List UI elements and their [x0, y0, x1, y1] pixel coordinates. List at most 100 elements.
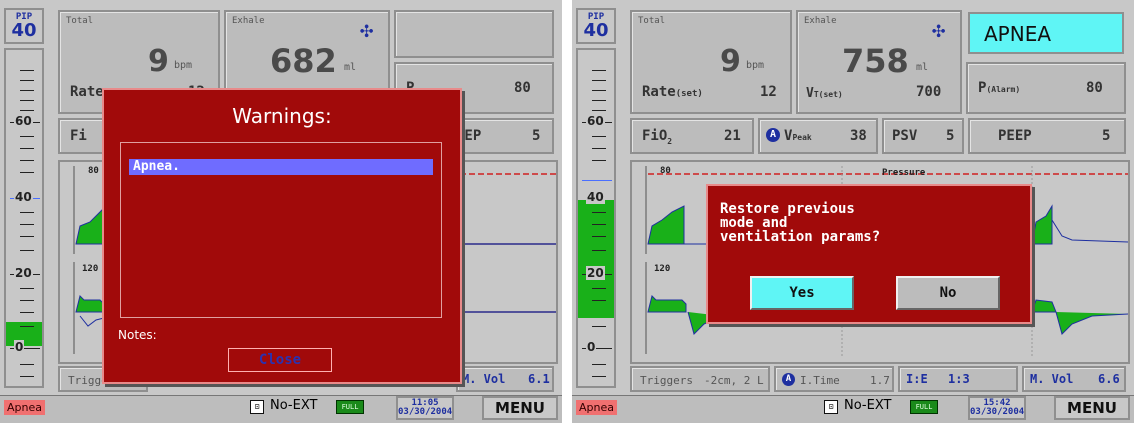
clock: 11:05 03/30/2004: [396, 396, 454, 420]
fio2-label: FiO2: [642, 128, 673, 146]
apnea-alarm-tag[interactable]: Apnea: [4, 400, 45, 415]
restore-question: Restore previous mode and ventilation pa…: [720, 201, 881, 245]
fio2-value: 21: [724, 128, 741, 144]
apnea-alarm-tag[interactable]: Apnea: [576, 400, 617, 415]
restore-dialog: Restore previous mode and ventilation pa…: [706, 184, 1032, 324]
ie-value: 1:3: [948, 372, 970, 386]
pressure-alarm-box[interactable]: P(Alarm) 80: [966, 62, 1126, 114]
gauge-label-0: 0: [586, 340, 597, 354]
warnings-list: Apnea.: [120, 142, 442, 318]
lock-icon: A: [766, 128, 780, 142]
no-ext-label: No-EXT: [270, 398, 318, 413]
wave-bottom-scale: 120: [82, 264, 99, 274]
plug-icon: ⊡: [824, 400, 838, 414]
gauge-label-20: 20: [586, 266, 605, 280]
warning-item-apnea[interactable]: Apnea.: [129, 159, 433, 175]
mvol-label: M. Vol: [1030, 372, 1074, 386]
ie-ratio-box: I:E 1:3: [898, 366, 1018, 392]
pip-value: 40: [583, 20, 609, 41]
fio2-box[interactable]: FiO2 21: [630, 118, 754, 154]
rate-value: 9: [720, 44, 741, 79]
vpeak-label: VPeak: [784, 128, 812, 144]
yes-button[interactable]: Yes: [750, 276, 854, 310]
gauge-label-40: 40: [14, 190, 33, 204]
menu-button[interactable]: MENU: [482, 396, 558, 420]
vpeak-value: 38: [850, 128, 867, 144]
peep-value: 5: [1102, 128, 1111, 144]
pip-indicator: PIP 40: [4, 8, 44, 44]
exhale-label: Exhale: [804, 16, 837, 26]
mvol-value: 6.1: [528, 372, 550, 386]
battery-icon: FULL: [336, 400, 364, 414]
exhale-label: Exhale: [232, 16, 265, 26]
itime-label: I.Time: [800, 374, 840, 387]
psv-box[interactable]: PSV 5: [882, 118, 964, 154]
triggers-label: Triggers: [640, 374, 693, 387]
triggers-value: -2cm, 2 L: [704, 374, 764, 387]
rate-value: 9: [148, 44, 169, 79]
peep-label: PEEP: [998, 128, 1032, 144]
wave-top-scale: 80: [88, 166, 99, 176]
ventilator-screen-restore: PIP 40 60 40 20 0 Total 9 bpm Rate(set): [572, 0, 1134, 423]
peep-box[interactable]: PEEP 5: [968, 118, 1126, 154]
ie-label: I:E: [906, 372, 928, 386]
pressure-gauge: 60 40 20 0: [576, 48, 616, 388]
exhale-volume-box: Exhale ✣ 758 ml VT(set) 700: [796, 10, 962, 114]
tidal-volume-unit: ml: [916, 62, 929, 73]
tidal-volume-value: 682: [270, 42, 337, 80]
rate-unit: bpm: [746, 60, 765, 71]
no-ext-label: No-EXT: [844, 398, 892, 413]
itime-value: 1.7: [870, 374, 890, 387]
fan-icon: ✣: [932, 18, 946, 43]
warnings-notes-label: Notes:: [118, 328, 157, 342]
pip-indicator: PIP 40: [576, 8, 616, 44]
menu-button[interactable]: MENU: [1054, 396, 1130, 420]
itime-box[interactable]: A I.Time 1.7: [774, 366, 894, 392]
plug-icon: ⊡: [250, 400, 264, 414]
minute-volume-box: M. Vol 6.1: [456, 366, 554, 392]
minute-volume-box: M. Vol 6.6: [1022, 366, 1126, 392]
clock-date: 03/30/2004: [970, 407, 1025, 417]
gauge-label-60: 60: [14, 114, 33, 128]
pip-value: 40: [11, 20, 37, 41]
peep-value: 5: [532, 128, 541, 144]
gauge-label-0: 0: [14, 340, 25, 354]
apnea-banner: APNEA: [968, 12, 1124, 54]
rate-set-value: 12: [760, 84, 777, 100]
warnings-dialog: Warnings: Apnea. Notes: Close: [102, 88, 462, 384]
close-button[interactable]: Close: [228, 348, 332, 372]
mvol-label: M. Vol: [462, 372, 506, 386]
no-button[interactable]: No: [896, 276, 1000, 310]
pressure-gauge: 60 40 20 0: [4, 48, 44, 388]
gauge-label-20: 20: [14, 266, 33, 280]
vpeak-box[interactable]: A VPeak 38: [758, 118, 878, 154]
vt-set-value: 700: [916, 84, 942, 100]
fan-icon: ✣: [360, 18, 374, 43]
triggers-box[interactable]: Triggers -2cm, 2 L: [630, 366, 770, 392]
tidal-volume-value: 758: [842, 42, 909, 80]
wave-bottom-scale: 120: [654, 264, 671, 274]
alarm-banner-empty: [394, 10, 554, 58]
total-label: Total: [638, 16, 666, 26]
total-label: Total: [66, 16, 94, 26]
ventilator-screen-warnings: PIP 40 60 40 20 0 Total 9 bpm Rate Exhal…: [0, 0, 562, 423]
rate-unit: bpm: [174, 60, 193, 71]
lock-icon: A: [782, 373, 795, 386]
wave-title: Pressure: [882, 168, 926, 178]
gauge-label-60: 60: [586, 114, 605, 128]
pressure-alarm-label: P(Alarm): [978, 80, 1021, 96]
fio2-label: Fi: [70, 128, 87, 144]
psv-value: 5: [946, 128, 955, 144]
warnings-title: Warnings:: [232, 104, 332, 128]
wave-top-scale: 80: [660, 166, 671, 176]
total-rate-box: Total 9 bpm Rate(set) 12: [630, 10, 792, 114]
psv-label: PSV: [892, 128, 918, 144]
battery-icon: FULL: [910, 400, 938, 414]
tidal-volume-unit: ml: [344, 62, 357, 73]
clock: 15:42 03/30/2004: [968, 396, 1026, 420]
pressure-alarm-value: 80: [1086, 80, 1103, 96]
rate-set-label: Rate(set): [642, 84, 703, 100]
pressure-alarm-value: 80: [514, 80, 531, 96]
gauge-label-40: 40: [586, 190, 605, 204]
clock-date: 03/30/2004: [398, 407, 453, 417]
